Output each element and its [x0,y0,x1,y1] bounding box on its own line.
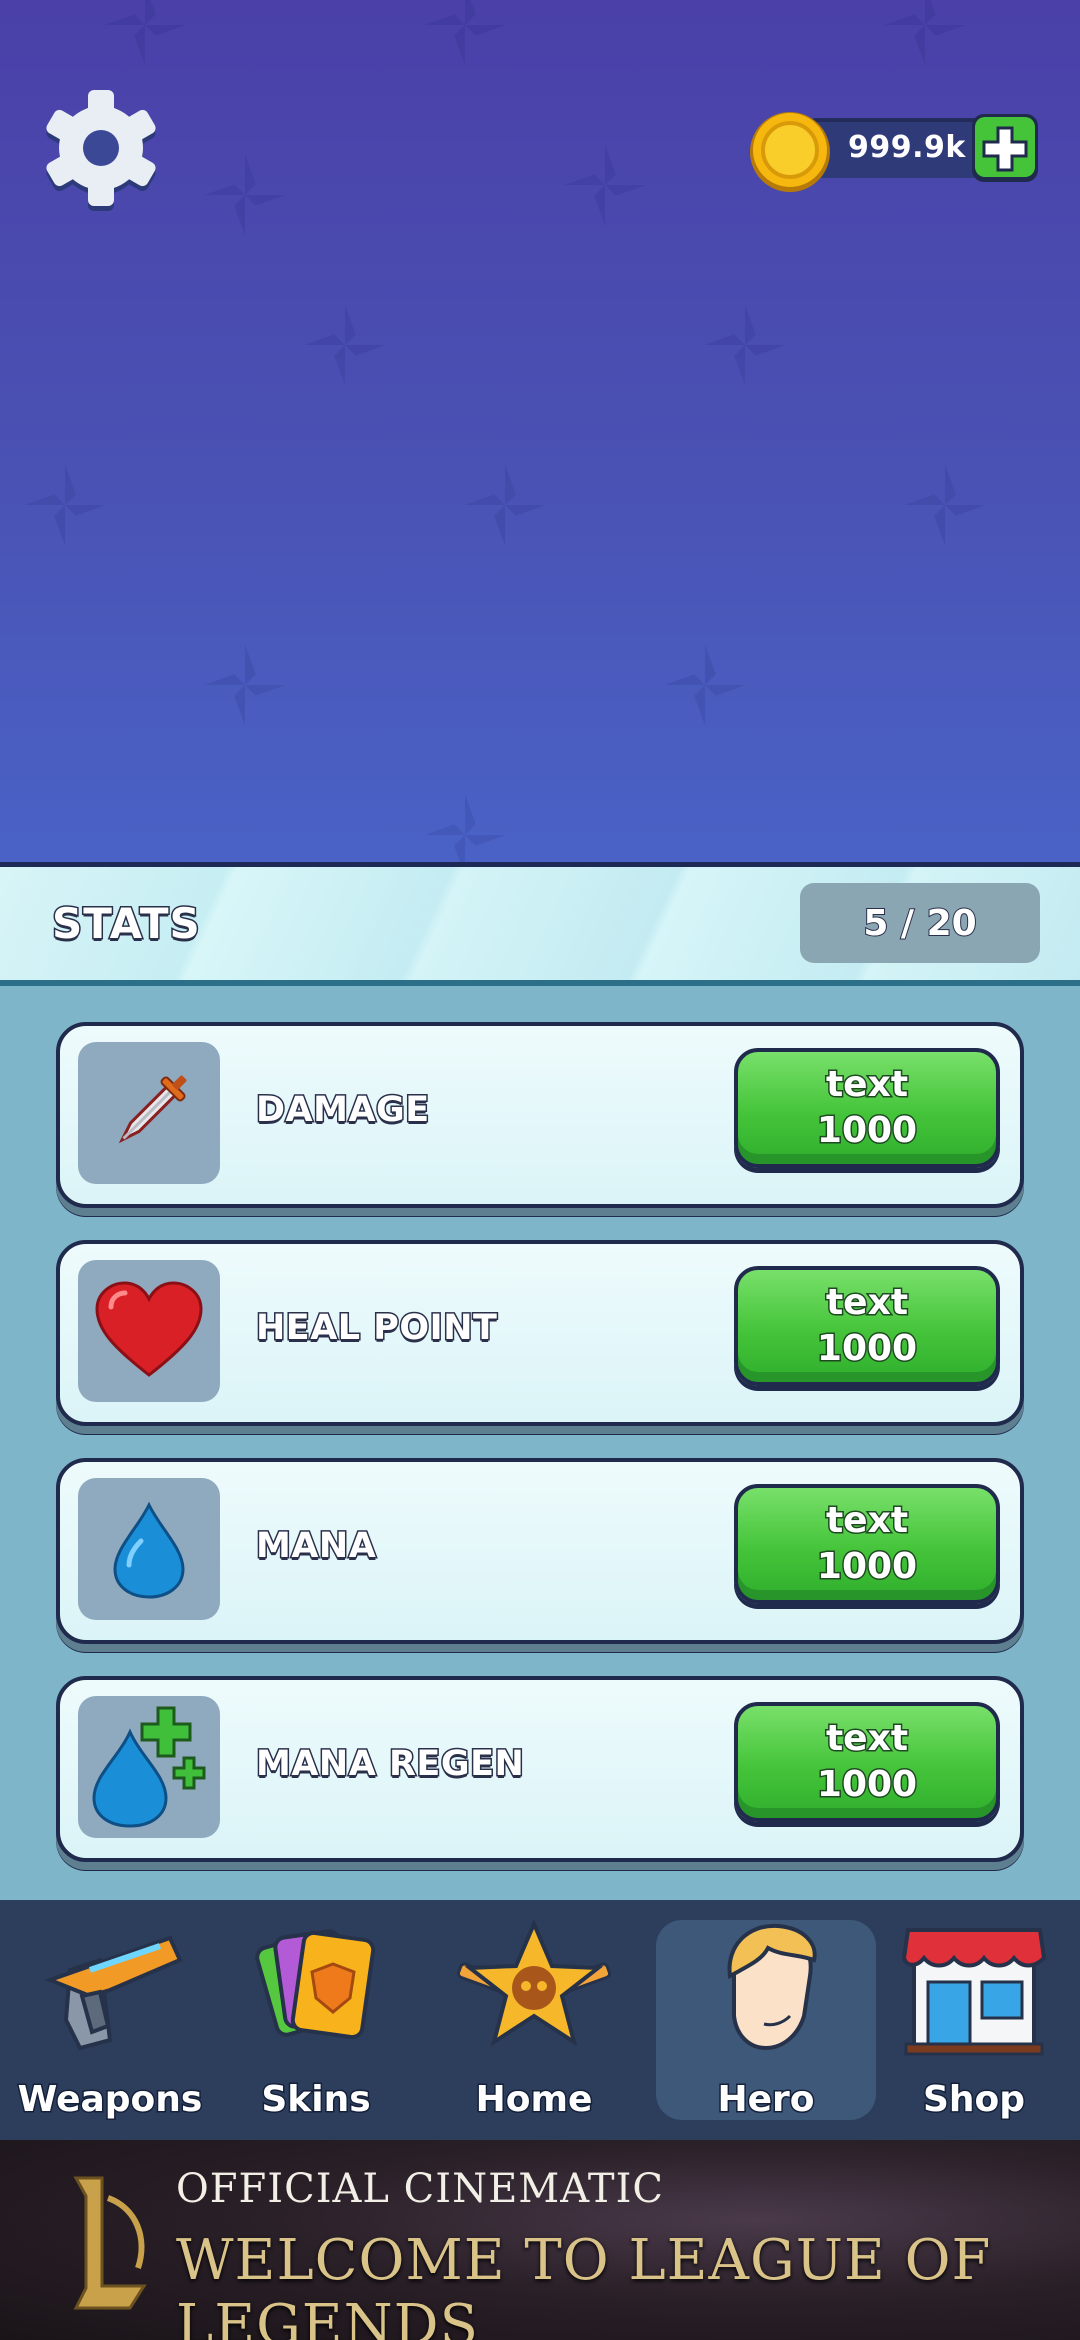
coin-counter: 999.9k [748,110,1040,192]
stat-label: DAMAGE [255,1089,431,1132]
gear-icon [46,90,156,211]
shuriken-pattern-icon [464,464,546,546]
cards-icon [255,1929,376,2040]
nav-label: Shop [921,2078,1026,2122]
upgrade-damage-button[interactable]: text 1000 [734,1048,1000,1168]
shuriken-pattern-icon [424,0,506,66]
nav-hero[interactable]: Hero [656,1920,876,2122]
stat-label: MANA REGEN [254,1743,525,1786]
nav-label: Weapons [16,2078,204,2122]
nav-label: Home [474,2078,594,2122]
stats-title: STATS [51,898,202,950]
shuriken-pattern-icon [904,464,986,546]
nav-skins[interactable]: Skins [206,1920,426,2122]
stat-icon-box [78,1260,220,1402]
coin-amount: 999.9k [848,130,966,165]
button-text: text [824,1717,909,1761]
button-text: text [824,1281,909,1325]
sword-icon [118,1075,187,1144]
shuriken-pattern-icon [204,644,286,726]
mana-regen-icon [92,1706,206,1828]
shop-icon [901,1928,1047,2056]
nav-label: Skins [260,2078,372,2122]
shuriken-pattern-icon [204,154,286,236]
upgrade-heal-point-button[interactable]: text 1000 [734,1266,1000,1386]
shuriken-pattern-icon [304,304,386,386]
hero-face-icon [727,1923,817,2051]
shuriken-pattern-icon [664,644,746,726]
league-logo-icon [73,2176,147,2310]
stat-label: MANA [254,1525,377,1568]
shuriken-pattern-icon [704,304,786,386]
ad-headline-large: WELCOME TO LEAGUE OF LEGENDS [176,2228,992,2340]
nav-label: Hero [716,2078,816,2122]
stats-header: STATS 5 / 20 [0,862,1080,986]
stat-card-heal-point: HEAL POINT text 1000 [56,1240,1024,1426]
upgrade-mana-button[interactable]: text 1000 [734,1484,1000,1604]
shuriken-pattern-icon [104,0,186,66]
heart-icon [95,1281,203,1377]
stat-card-mana-regen: MANA REGEN text 1000 [56,1676,1024,1862]
ad-headline-small: OFFICIAL CINEMATIC [176,2166,665,2212]
mana-drop-icon [113,1501,185,1599]
shuriken-pattern-icon [24,464,106,546]
stats-count-badge: 5 / 20 [800,883,1040,963]
ad-banner[interactable]: OFFICIAL CINEMATIC WELCOME TO LEAGUE OF … [0,2140,1080,2340]
upgrade-mana-regen-button[interactable]: text 1000 [734,1702,1000,1822]
add-coins-button[interactable] [970,112,1040,184]
stat-icon-box [78,1042,220,1184]
shuriken-pattern-icon [564,144,646,226]
nav-shop[interactable]: Shop [864,1920,1080,2122]
settings-button[interactable] [40,84,162,214]
nav-weapons[interactable]: Weapons [0,1920,220,2122]
button-price: 1000 [815,1763,918,1807]
shuriken-pattern-icon [884,0,966,66]
stat-card-mana: MANA text 1000 [56,1458,1024,1644]
button-text: text [824,1063,909,1107]
button-text: text [824,1499,909,1543]
button-price: 1000 [815,1545,918,1589]
gun-icon [44,1935,183,2051]
stat-label: HEAL POINT [254,1307,498,1350]
stat-icon-box [78,1478,220,1620]
star-skull-icon [456,1920,612,2047]
stats-list: DAMAGE text 1000 HEAL POINT text 1000 MA… [0,986,1080,1900]
stat-card-damage: DAMAGE text 1000 [56,1022,1024,1208]
nav-home[interactable]: Home [424,1920,644,2122]
stats-count: 5 / 20 [862,902,977,945]
shuriken-pattern-icon [424,794,506,862]
button-price: 1000 [815,1327,918,1371]
gold-coin-icon [750,112,830,192]
stat-icon-box [78,1696,220,1838]
bottom-navigation: Weapons Skins Home Hero Shop [0,1900,1080,2140]
button-price: 1000 [815,1109,918,1153]
